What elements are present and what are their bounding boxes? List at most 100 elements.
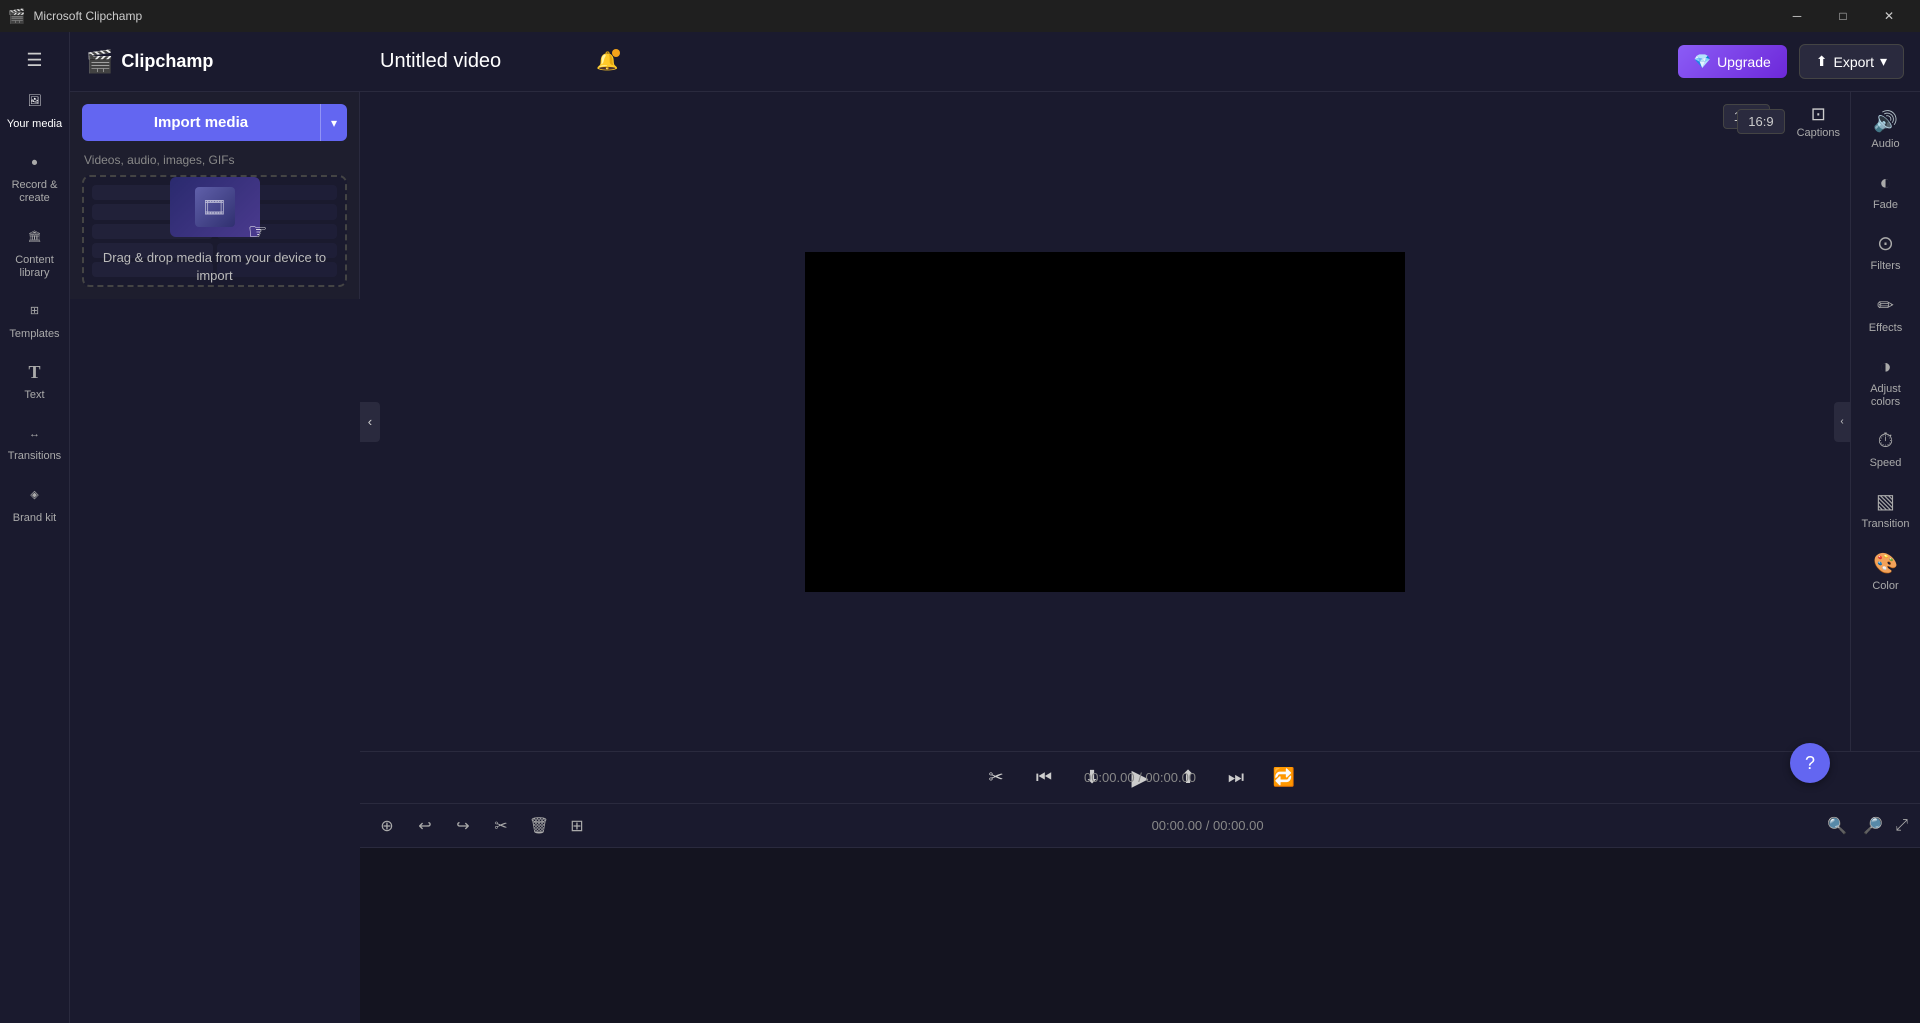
zoom-out-icon: 🔍 [1827, 816, 1847, 836]
rp-adjust-colors[interactable]: ◑ Adjust colors [1851, 345, 1920, 419]
split-button[interactable]: ✂ [486, 811, 516, 841]
hamburger-button[interactable]: ☰ [0, 40, 70, 80]
sidebar-item-transitions[interactable]: ↔ Transitions [0, 412, 70, 473]
timeline-time-display: 00:00.00 / 00:00.00 [600, 818, 1815, 833]
sidebar-item-label: Brand kit [13, 512, 56, 525]
help-button[interactable]: ? [1790, 743, 1830, 783]
media-thumbnail: 🎞 [170, 177, 260, 237]
rp-transition[interactable]: ▧ Transition [1851, 480, 1920, 541]
delete-icon: 🗑 [529, 816, 549, 836]
clip-trim-button[interactable]: ✂ [980, 762, 1012, 794]
zoom-in-button[interactable]: 🔎 [1859, 812, 1887, 840]
export-dropdown-icon: ▾ [1880, 53, 1887, 70]
color-icon: 🎨 [1873, 552, 1898, 576]
filters-icon: ⊙ [1877, 232, 1894, 256]
loop-button[interactable]: 🔁 [1268, 762, 1300, 794]
rp-label: Fade [1873, 199, 1898, 212]
fast-forward-button[interactable]: ⏭ [1220, 762, 1252, 794]
left-panel: Import media ▾ Videos, audio, images, GI… [70, 92, 360, 299]
export-button[interactable]: ⬆ Export ▾ [1799, 44, 1904, 79]
sidebar-item-label: Templates [9, 328, 59, 341]
media-drop-area[interactable]: 🎞 ☞ Drag & drop media from your device t… [82, 175, 347, 287]
media-subtitle: Videos, audio, images, GIFs [70, 153, 359, 175]
help-icon: ? [1805, 753, 1815, 774]
captions-button[interactable]: ⊡ Captions [1797, 104, 1840, 139]
rp-effects[interactable]: ✏ Effects [1851, 284, 1920, 345]
rp-filters[interactable]: ⊙ Filters [1851, 222, 1920, 283]
templates-icon: ⊞ [23, 300, 47, 324]
sidebar-item-text[interactable]: T Text [0, 351, 70, 412]
captions-label: Captions [1797, 127, 1840, 139]
import-button-area: Import media ▾ [70, 92, 359, 153]
titlebar: 🎬 Microsoft Clipchamp ─ □ ✕ [0, 0, 1920, 32]
video-canvas [805, 252, 1405, 592]
cursor-icon: ☞ [248, 219, 268, 245]
drop-text: Drag & drop media from your device to im… [84, 249, 345, 285]
sidebar-item-templates[interactable]: ⊞ Templates [0, 290, 70, 351]
rp-fade[interactable]: ◐ Fade [1851, 161, 1920, 222]
timeline-tracks[interactable] [360, 848, 1920, 1023]
collapse-right-button[interactable]: ‹ [1834, 402, 1850, 442]
app-title: Microsoft Clipchamp [33, 9, 142, 23]
import-media-button[interactable]: Import media [82, 104, 320, 141]
notification-button[interactable]: 🔔 [596, 51, 618, 72]
sidebar-item-label: Content library [4, 254, 66, 280]
time-display: 00:00.00 / 00:00.00 [1084, 770, 1196, 785]
close-button[interactable]: ✕ [1866, 0, 1912, 32]
upgrade-button[interactable]: 💎 Upgrade [1678, 45, 1787, 78]
content-area: 🎬 Clipchamp Import media ▾ Videos, audio… [70, 32, 1920, 1023]
upgrade-diamond-icon: 💎 [1694, 53, 1711, 70]
audio-icon: 🔊 [1873, 110, 1898, 134]
notification-dot [612, 49, 620, 57]
redo-button[interactable]: ↪ [448, 811, 478, 841]
rp-label: Speed [1870, 457, 1902, 470]
timeline-area: ⊕ ↩ ↪ ✂ 🗑 ⊞ [360, 803, 1920, 1023]
sidebar-nav: ☰ 🖼 Your media ⏺ Record & create 🏛 Conte… [0, 32, 70, 1023]
undo-button[interactable]: ↩ [410, 811, 440, 841]
fast-forward-icon: ⏭ [1228, 767, 1244, 788]
rp-color[interactable]: 🎨 Color [1851, 542, 1920, 603]
center-top-bar: 🔔 💎 Upgrade ⬆ Export ▾ [360, 32, 1920, 92]
hamburger-icon: ☰ [26, 50, 42, 71]
sidebar-item-label: Your media [7, 118, 62, 131]
project-title-input[interactable] [376, 48, 576, 76]
rp-speed[interactable]: ⏱ Speed [1851, 419, 1920, 480]
sidebar-item-brand-kit[interactable]: ◈ Brand kit [0, 474, 70, 535]
video-preview: 16:9 [360, 92, 1850, 751]
sidebar-item-label: Transitions [8, 450, 61, 463]
zoom-out-button[interactable]: 🔍 [1823, 812, 1851, 840]
sidebar-item-record-create[interactable]: ⏺ Record & create [0, 141, 70, 215]
collapse-left-button[interactable]: ‹ [360, 402, 380, 442]
drop-content: 🎞 ☞ Drag & drop media from your device t… [84, 177, 345, 285]
sidebar-item-label: Text [24, 389, 44, 402]
magnet-tool-button[interactable]: ⊕ [372, 811, 402, 841]
rewind-button[interactable]: ⏮ [1028, 762, 1060, 794]
maximize-button[interactable]: □ [1820, 0, 1866, 32]
adjust-colors-icon: ◑ [1879, 355, 1891, 379]
rp-audio[interactable]: 🔊 Audio [1851, 100, 1920, 161]
rp-label: Audio [1871, 138, 1899, 151]
import-dropdown-button[interactable]: ▾ [320, 104, 347, 141]
top-bar: 🎬 Clipchamp [70, 32, 360, 92]
split-icon: ✂ [494, 816, 507, 836]
zoom-in-icon: 🔎 [1863, 816, 1883, 836]
add-clip-button[interactable]: ⊞ [562, 811, 592, 841]
rp-label: Adjust colors [1855, 383, 1917, 409]
center-right: 🔔 💎 Upgrade ⬆ Export ▾ ‹ [360, 32, 1920, 1023]
content-library-icon: 🏛 [23, 226, 47, 250]
aspect-ratio-button-2[interactable]: 16:9 [1737, 109, 1784, 134]
text-icon: T [23, 361, 47, 385]
app-icon: 🎬 [8, 8, 25, 25]
expand-icon: ⤢ [1895, 817, 1908, 834]
delete-button[interactable]: 🗑 [524, 811, 554, 841]
sidebar-item-content-library[interactable]: 🏛 Content library [0, 216, 70, 290]
export-arrow-icon: ⬆ [1816, 53, 1828, 70]
effects-icon: ✏ [1877, 294, 1894, 318]
timeline-toolbar: ⊕ ↩ ↪ ✂ 🗑 ⊞ [360, 804, 1920, 848]
sidebar-item-your-media[interactable]: 🖼 Your media [0, 80, 70, 141]
rp-label: Filters [1871, 260, 1901, 273]
add-icon: ⊞ [570, 816, 583, 836]
preview-top-controls: 16:9 ⊡ Captions [1737, 104, 1840, 139]
expand-timeline-button[interactable]: ⤢ [1895, 817, 1908, 835]
minimize-button[interactable]: ─ [1774, 0, 1820, 32]
